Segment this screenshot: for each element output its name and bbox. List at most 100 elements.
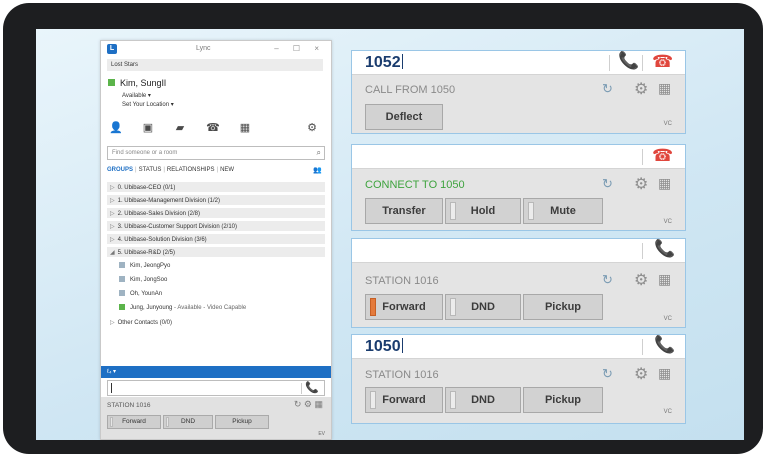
tab-new[interactable]: NEW: [220, 167, 234, 173]
presence-indicator: [119, 304, 125, 310]
group-row[interactable]: ▷ 4. Ubibase-Solution Division (3/6): [107, 234, 325, 244]
vc-label: VC: [663, 219, 672, 225]
hold-button[interactable]: Hold: [445, 198, 521, 224]
transfer-button[interactable]: Transfer: [365, 198, 443, 224]
tab-status[interactable]: STATUS: [139, 167, 162, 173]
contact-tabs: GROUPS | STATUS | RELATIONSHIPS | NEW 👥: [107, 166, 322, 174]
presence-indicator: [108, 79, 115, 86]
deflect-button[interactable]: Deflect: [365, 104, 443, 130]
conversation-bar[interactable]: ℓ₄ ▾: [101, 366, 331, 378]
tab-relationships[interactable]: RELATIONSHIPS: [167, 167, 215, 173]
dial-input[interactable]: 📞: [107, 380, 325, 396]
location-dropdown[interactable]: Set Your Location ▾: [122, 101, 174, 108]
forward-active-indicator: [370, 298, 376, 316]
station-status: STATION 1016: [365, 275, 439, 287]
window-title: Lync: [196, 45, 211, 52]
transfer-icon[interactable]: ↻: [294, 399, 302, 409]
transfer-icon[interactable]: ↻: [602, 366, 613, 382]
contact-item[interactable]: Kim, JongSoo: [119, 276, 319, 286]
call-panel: 1050 📞 STATION 1016 ↻ ⚙ ▦ Forward DND Pi…: [351, 334, 686, 424]
search-input[interactable]: Find someone or a room ⌕: [107, 146, 325, 160]
bar-label: ℓ₄ ▾: [107, 369, 117, 375]
gear-icon[interactable]: ⚙: [304, 399, 312, 409]
gear-icon[interactable]: ⚙: [634, 79, 648, 99]
vc-label: VC: [663, 316, 672, 322]
dial-field[interactable]: 📞: [352, 239, 685, 263]
forward-button[interactable]: Forward: [365, 294, 443, 320]
dial-field[interactable]: 1050 📞: [352, 335, 685, 359]
call-panel: 1052 📞 ☎ CALL FROM 1050 ↻ ⚙ ▦ Deflect VC: [351, 50, 686, 134]
vc-label: VC: [663, 409, 672, 415]
call-status: CALL FROM 1050: [365, 84, 456, 96]
forward-button[interactable]: Forward: [107, 415, 161, 429]
conversations-icon[interactable]: ▰: [171, 120, 189, 136]
forward-button[interactable]: Forward: [365, 387, 443, 413]
panel-icons: ↻ ⚙ ▦: [294, 399, 323, 410]
transfer-icon[interactable]: ↻: [602, 81, 613, 97]
lync-logo-icon: L: [107, 44, 117, 54]
station-status: STATION 1016: [365, 369, 439, 381]
phone-icon[interactable]: ☎: [204, 120, 222, 136]
dnd-button[interactable]: DND: [163, 415, 213, 429]
hangup-icon[interactable]: ☎: [652, 52, 673, 72]
grid-icon[interactable]: ▦: [658, 365, 671, 382]
dialpad-icon[interactable]: ▦: [236, 120, 254, 136]
screen: L Lync – ☐ × Lost Stars Kim, SungIl Avai…: [36, 29, 744, 440]
contact-item[interactable]: Oh, YounAn: [119, 290, 319, 300]
title-bar: L Lync – ☐ ×: [101, 41, 331, 59]
gear-icon[interactable]: ⚙: [303, 120, 321, 136]
tab-groups[interactable]: GROUPS: [107, 167, 133, 173]
grid-icon[interactable]: ▦: [658, 271, 671, 288]
call-icon[interactable]: 📞: [654, 335, 675, 355]
window-controls[interactable]: – ☐ ×: [274, 44, 325, 53]
presence-indicator: [119, 262, 125, 268]
contact-card-icon[interactable]: ▣: [139, 120, 157, 136]
contacts-icon[interactable]: 👤: [107, 120, 125, 136]
call-icon[interactable]: 📞: [654, 239, 675, 259]
dnd-button[interactable]: DND: [445, 294, 521, 320]
grid-icon[interactable]: ▦: [658, 80, 671, 97]
presence-indicator: [119, 290, 125, 296]
dialed-number: 1052: [365, 54, 403, 71]
hangup-icon[interactable]: ☎: [652, 146, 673, 166]
call-panel: 📞 STATION 1016 ↻ ⚙ ▦ Forward DND Pickup …: [351, 238, 686, 328]
contact-item[interactable]: Jung, Junyoung - Available - Video Capab…: [119, 304, 319, 314]
dial-field[interactable]: 1052 📞 ☎: [352, 51, 685, 75]
add-contact-icon[interactable]: 👥: [313, 166, 322, 174]
pickup-button[interactable]: Pickup: [523, 294, 603, 320]
my-profile: Kim, SungIl Available ▾ Set Your Locatio…: [107, 77, 323, 113]
dialed-number: 1050: [365, 338, 403, 355]
grid-icon[interactable]: ▦: [314, 399, 323, 409]
personal-note[interactable]: Lost Stars: [107, 59, 323, 71]
mini-station-panel: STATION 1016 ↻ ⚙ ▦ Forward DND Pickup EV: [101, 397, 331, 439]
group-row[interactable]: ▷ 0. Ubibase-CEO (0/1): [107, 182, 325, 192]
mute-button[interactable]: Mute: [523, 198, 603, 224]
call-status: CONNECT TO 1050: [365, 179, 465, 191]
vc-label: VC: [663, 121, 672, 127]
transfer-icon[interactable]: ↻: [602, 272, 613, 288]
group-row[interactable]: ▷ 3. Ubibase-Customer Support Division (2…: [107, 221, 325, 231]
contact-item[interactable]: Kim, JeongPyo: [119, 262, 319, 272]
call-icon[interactable]: 📞: [305, 381, 319, 394]
other-contacts-row[interactable]: ▷ Other Contacts (0/0): [107, 317, 325, 327]
my-name: Kim, SungIl: [120, 78, 167, 88]
pickup-button[interactable]: Pickup: [523, 387, 603, 413]
pickup-button[interactable]: Pickup: [215, 415, 269, 429]
transfer-icon[interactable]: ↻: [602, 176, 613, 192]
group-row-expanded[interactable]: ◢ 5. Ubibase-R&D (2/5): [107, 247, 325, 257]
group-row[interactable]: ▷ 1. Ubibase-Management Division (1/2): [107, 195, 325, 205]
station-label: STATION 1016: [107, 402, 151, 409]
answer-call-icon[interactable]: 📞: [618, 51, 639, 71]
group-row[interactable]: ▷ 2. Ubibase-Sales Division (2/8): [107, 208, 325, 218]
dial-field[interactable]: ☎: [352, 145, 685, 169]
lync-window: L Lync – ☐ × Lost Stars Kim, SungIl Avai…: [100, 40, 332, 440]
call-panel: ☎ CONNECT TO 1050 ↻ ⚙ ▦ Transfer Hold Mu…: [351, 144, 686, 231]
grid-icon[interactable]: ▦: [658, 175, 671, 192]
gear-icon[interactable]: ⚙: [634, 270, 648, 290]
dnd-button[interactable]: DND: [445, 387, 521, 413]
search-icon: ⌕: [316, 148, 321, 157]
gear-icon[interactable]: ⚙: [634, 364, 648, 384]
gear-icon[interactable]: ⚙: [634, 174, 648, 194]
lync-toolbar: 👤 ▣ ▰ ☎ ▦ ⚙: [107, 120, 325, 140]
availability-dropdown[interactable]: Available ▾: [122, 92, 151, 99]
